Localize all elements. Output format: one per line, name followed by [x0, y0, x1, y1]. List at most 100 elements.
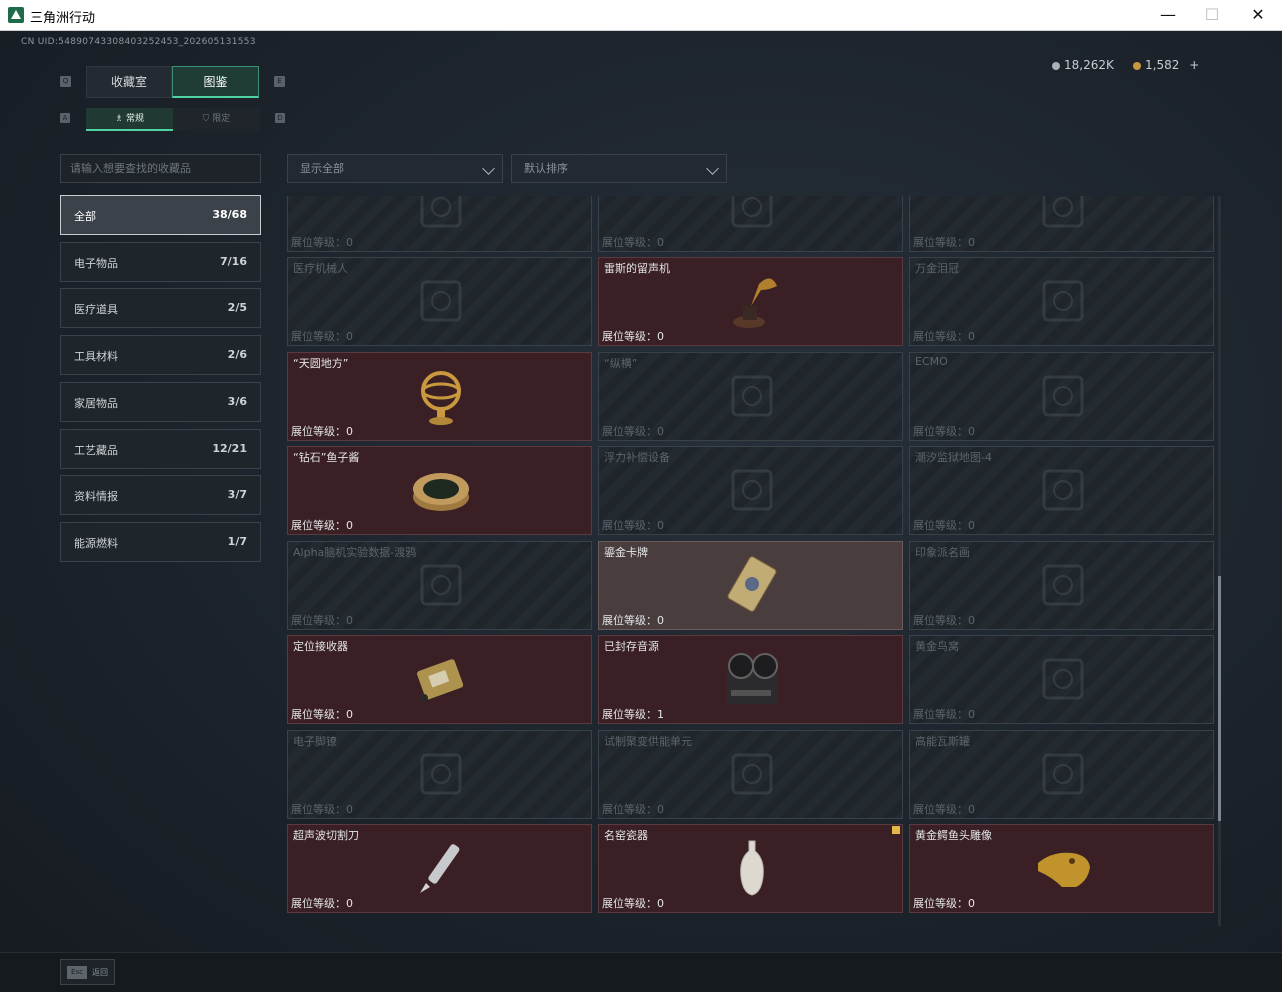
gold-balance[interactable]: 1,582 +	[1133, 58, 1199, 72]
filter-dropdown[interactable]: 显示全部	[287, 154, 503, 183]
crate-icon	[410, 196, 472, 238]
collection-card[interactable]: 展位等级：0	[598, 196, 903, 252]
collection-card[interactable]: 电子脚镣 展位等级：0	[287, 730, 592, 819]
subtab-limited[interactable]: ⛉ 限定	[173, 108, 260, 131]
item-name: 鎏金卡牌	[604, 546, 648, 559]
category-item[interactable]: 全部 38/68	[60, 195, 261, 235]
subtab-regular[interactable]: ♗ 常规	[86, 108, 173, 131]
item-level: 展位等级：0	[913, 519, 975, 532]
box-icon	[721, 365, 783, 427]
collection-card[interactable]: “纵横” 展位等级：0	[598, 352, 903, 441]
add-gold-button[interactable]: +	[1189, 58, 1199, 72]
item-level: 展位等级：0	[913, 614, 975, 627]
category-count: 7/16	[220, 254, 247, 268]
category-label: 全部	[74, 210, 96, 223]
app-logo-icon	[8, 7, 24, 23]
collection-grid: 展位等级：0 展位等级：0 展位等级：0 医疗机械人 展位等级：0 雷斯的留声机 展位等级：…	[287, 196, 1214, 926]
user-uid: CN UID:5489074330840​32524​53_2026051315…	[21, 37, 256, 47]
category-item[interactable]: 家居物品 3/6	[60, 381, 261, 422]
category-count: 2/6	[227, 348, 247, 362]
category-label: 家居物品	[74, 396, 118, 410]
collection-card[interactable]: 展位等级：0	[287, 196, 592, 252]
category-label: 工具材料	[74, 350, 118, 364]
vest-icon	[721, 459, 783, 521]
shackle-icon	[410, 743, 472, 805]
item-level: 展位等级：0	[913, 330, 975, 343]
esc-key: Esc	[67, 966, 87, 979]
category-count: 12/21	[212, 441, 247, 455]
item-level: 展位等级：0	[291, 425, 353, 438]
collection-card[interactable]: 万金泪冠展位等级：0	[909, 257, 1214, 346]
item-level: 展位等级：0	[291, 330, 353, 343]
category-count: 2/5	[227, 301, 247, 315]
category-count: 3/6	[227, 394, 247, 408]
collection-card[interactable]: 已封存音源 展位等级：1	[598, 635, 903, 724]
map-icon	[1032, 459, 1094, 521]
tab-collection-room[interactable]: 收藏室	[86, 66, 172, 98]
drive-icon	[410, 554, 472, 616]
item-level: 展位等级：0	[291, 897, 353, 910]
caviar-icon	[410, 459, 472, 521]
collection-card[interactable]: 试制聚变供能单元 展位等级：0	[598, 730, 903, 819]
item-name: “纵横”	[604, 357, 638, 370]
category-count: 38/68	[212, 208, 247, 221]
maximize-button[interactable]: ☐	[1189, 0, 1235, 31]
item-name: 医疗机械人	[293, 262, 348, 275]
item-level: 展位等级：0	[291, 614, 353, 627]
back-button[interactable]: Esc 返回	[60, 959, 115, 985]
collection-card[interactable]: 医疗机械人展位等级：0	[287, 257, 592, 346]
collection-card[interactable]: 潮汐监狱地图-4 展位等级：0	[909, 446, 1214, 535]
item-name: Alpha脑机实验数据-渡鸦	[293, 546, 417, 559]
item-name: “钻石”鱼子酱	[293, 451, 360, 464]
limited-icon: ⛉	[202, 114, 213, 124]
keyhint-sub-next: D	[275, 113, 285, 123]
window-titlebar: 三角洲行动 — ☐ ✕	[0, 0, 1282, 31]
coin-icon	[1052, 62, 1060, 70]
regular-icon: ♗	[115, 114, 126, 124]
vase-icon	[721, 837, 783, 899]
item-level: 展位等级：0	[602, 803, 664, 816]
category-item[interactable]: 电子物品 7/16	[60, 241, 261, 282]
collection-card[interactable]: 定位接收器 展位等级：0	[287, 635, 592, 724]
category-item[interactable]: 工艺藏品 12/21	[60, 428, 261, 469]
collection-card[interactable]: 印象派名画 展位等级：0	[909, 541, 1214, 630]
sort-dropdown[interactable]: 默认排序	[511, 154, 727, 183]
window-title: 三角洲行动	[30, 11, 96, 26]
item-level: 展位等级：0	[602, 330, 664, 343]
keyhint-tab-prev: Q	[60, 76, 71, 87]
robot-icon	[410, 270, 472, 332]
category-item[interactable]: 医疗道具 2/5	[60, 288, 261, 329]
collection-card[interactable]: 黄金鳄鱼头雕像 展位等级：0	[909, 824, 1214, 913]
collection-card[interactable]: Alpha脑机实验数据-渡鸦 展位等级：0	[287, 541, 592, 630]
collection-card[interactable]: 超声波切割刀 展位等级：0	[287, 824, 592, 913]
item-level: 展位等级：0	[602, 519, 664, 532]
collection-card[interactable]: 雷斯的留声机 展位等级：0	[598, 257, 903, 346]
collection-card[interactable]: 名窑瓷器 展位等级：0	[598, 824, 903, 913]
item-name: “天圆地方”	[293, 357, 349, 370]
category-count: 1/7	[227, 534, 247, 548]
collection-card[interactable]: 鎏金卡牌 展位等级：0	[598, 541, 903, 630]
close-button[interactable]: ✕	[1235, 0, 1281, 31]
collection-card[interactable]: 黄金鸟窝 展位等级：0	[909, 635, 1214, 724]
item-name: 雷斯的留声机	[604, 262, 670, 275]
item-name: 高能瓦斯罐	[915, 735, 970, 748]
collection-card[interactable]: 浮力补偿设备 展位等级：0	[598, 446, 903, 535]
scrollbar-thumb[interactable]	[1218, 576, 1221, 821]
item-level: 展位等级：0	[291, 803, 353, 816]
category-item[interactable]: 能源燃料 1/7	[60, 521, 261, 562]
tab-codex[interactable]: 图鉴	[172, 66, 259, 98]
crate-icon	[1032, 196, 1094, 238]
collection-card[interactable]: 高能瓦斯罐 展位等级：0	[909, 730, 1214, 819]
category-item[interactable]: 资料情报 3/7	[60, 475, 261, 516]
item-level: 展位等级：0	[602, 897, 664, 910]
collection-card[interactable]: “钻石”鱼子酱 展位等级：0	[287, 446, 592, 535]
collection-card[interactable]: ECMO 展位等级：0	[909, 352, 1214, 441]
minimize-button[interactable]: —	[1145, 0, 1191, 31]
category-item[interactable]: 工具材料 2/6	[60, 335, 261, 376]
item-name: 潮汐监狱地图-4	[915, 451, 992, 464]
item-level: 展位等级：0	[602, 425, 664, 438]
collection-card[interactable]: 展位等级：0	[909, 196, 1214, 252]
collection-card[interactable]: “天圆地方” 展位等级：0	[287, 352, 592, 441]
item-name: 万金泪冠	[915, 262, 959, 275]
search-input[interactable]: 请输入想要查找的收藏品	[60, 154, 261, 183]
